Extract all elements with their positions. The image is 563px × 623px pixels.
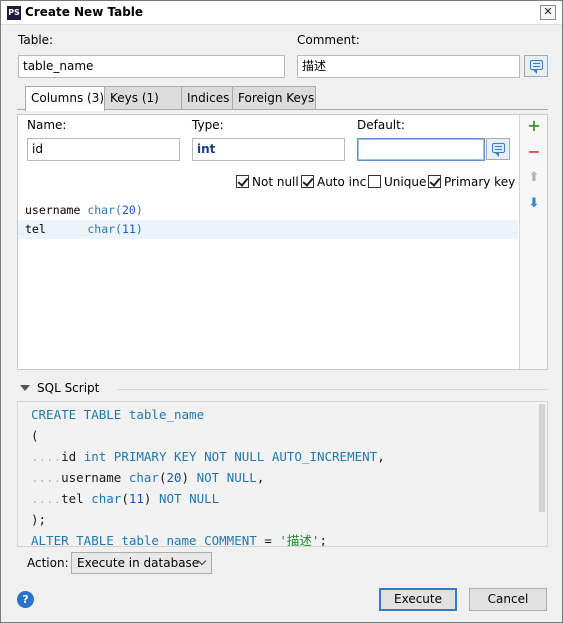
sql-script-editor[interactable]: CREATE TABLE table_name ( ....id int PRI… — [17, 401, 548, 547]
column-name: username — [25, 203, 81, 217]
arrow-up-icon[interactable]: ⬆ — [526, 170, 542, 186]
sql-line: ....tel char(11) NOT NULL — [31, 491, 220, 506]
column-row-tel[interactable]: tel char(11) — [18, 220, 518, 239]
column-size: 11 — [121, 222, 136, 236]
auto-inc-checkbox[interactable]: Auto inc — [301, 175, 366, 191]
column-name: tel — [25, 222, 46, 236]
cancel-button[interactable]: Cancel — [469, 588, 547, 611]
phpstorm-app-icon: PS — [7, 6, 21, 20]
comment-input[interactable]: 描述 — [297, 55, 520, 78]
unique-checkbox[interactable]: Unique — [368, 175, 426, 191]
tab-keys[interactable]: Keys (1) — [104, 86, 182, 110]
action-label: Action: — [27, 556, 69, 570]
sql-line: ( — [31, 428, 39, 443]
help-icon[interactable]: ? — [17, 591, 34, 608]
scrollbar-thumb[interactable] — [539, 404, 545, 512]
tab-indices[interactable]: Indices — [181, 86, 233, 110]
sql-line: ....id int PRIMARY KEY NOT NULL AUTO_INC… — [31, 449, 385, 464]
comment-icon — [492, 143, 505, 157]
create-table-dialog: PS Create New Table ✕ Table: table_name … — [0, 0, 563, 623]
column-size: 20 — [121, 203, 136, 217]
primary-key-checkbox[interactable]: Primary key — [428, 175, 515, 191]
primary-key-label: Primary key — [444, 175, 516, 189]
comment-expand-button[interactable] — [524, 55, 548, 77]
sql-header-separator — [117, 389, 548, 390]
auto-inc-label: Auto inc — [317, 175, 367, 189]
unique-label: Unique — [384, 175, 427, 189]
column-type-input[interactable]: int — [192, 138, 345, 161]
checkbox-checked-icon — [236, 175, 249, 188]
title-bar: PS Create New Table ✕ — [1, 1, 562, 25]
column-toolbar: + − ⬆ ⬇ — [519, 115, 547, 369]
tab-columns[interactable]: Columns (3) — [25, 86, 105, 111]
column-default-input[interactable] — [357, 138, 485, 161]
column-name-label: Name: — [27, 118, 67, 132]
sql-line: ALTER TABLE table_name COMMENT = '描述'; — [31, 533, 327, 547]
not-null-label: Not null — [252, 175, 299, 189]
column-gap — [46, 222, 81, 236]
table-label: Table: — [18, 33, 54, 47]
comment-label: Comment: — [297, 33, 360, 47]
minus-icon[interactable]: − — [526, 144, 542, 160]
close-button[interactable]: ✕ — [540, 5, 556, 20]
checkbox-unchecked-icon — [368, 175, 381, 188]
column-type: char — [87, 222, 116, 236]
sql-line: ....username char(20) NOT NULL, — [31, 470, 265, 485]
sql-line: CREATE TABLE table_name — [31, 407, 205, 422]
column-type: char — [87, 203, 116, 217]
execute-button[interactable]: Execute — [379, 588, 457, 611]
column-default-label: Default: — [357, 118, 405, 132]
column-type-label: Type: — [192, 118, 224, 132]
sql-script-header[interactable]: SQL Script — [17, 381, 548, 397]
sql-line: ); — [31, 512, 47, 527]
table-name-input[interactable]: table_name — [18, 55, 285, 78]
arrow-down-icon[interactable]: ⬇ — [526, 196, 542, 212]
comment-icon — [530, 60, 543, 74]
sql-script-title: SQL Script — [37, 381, 100, 395]
action-selected-value: Execute in database — [77, 556, 200, 570]
not-null-checkbox[interactable]: Not null — [236, 175, 299, 191]
plus-icon[interactable]: + — [526, 118, 542, 134]
checkbox-checked-icon — [301, 175, 314, 188]
dialog-title: Create New Table — [25, 5, 144, 19]
default-expand-button[interactable] — [486, 138, 510, 160]
collapse-triangle-icon — [20, 385, 30, 391]
column-row-username[interactable]: username char(20) — [18, 201, 518, 220]
column-name-input[interactable]: id — [27, 138, 180, 161]
editor-vertical-scrollbar[interactable] — [537, 402, 547, 546]
tab-foreign-keys[interactable]: Foreign Keys — [232, 86, 316, 110]
checkbox-checked-icon — [428, 175, 441, 188]
action-dropdown[interactable]: Execute in database — [71, 552, 212, 574]
